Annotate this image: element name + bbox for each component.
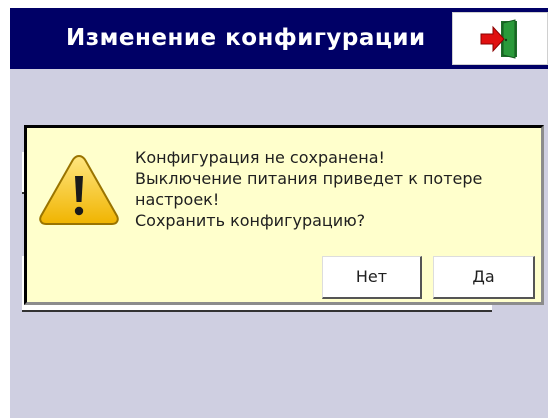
- warning-icon: [39, 154, 119, 225]
- yes-button[interactable]: Да: [433, 256, 535, 299]
- title-bar: Изменение конфигурации: [10, 8, 548, 69]
- confirm-dialog: Конфигурация не сохранена! Выключение пи…: [24, 125, 544, 305]
- dialog-message: Конфигурация не сохранена! Выключение пи…: [135, 147, 482, 231]
- message-line: Сохранить конфигурацию?: [135, 211, 366, 230]
- message-line: Конфигурация не сохранена!: [135, 148, 385, 167]
- message-line: Выключение питания приведет к потере: [135, 169, 483, 188]
- no-button[interactable]: Нет: [322, 256, 422, 299]
- exit-door-icon: [480, 19, 517, 59]
- screen: Изменение конфигурации Конфигурация не с…: [10, 8, 548, 418]
- page-title: Изменение конфигурации: [66, 25, 426, 51]
- exit-button[interactable]: [452, 12, 548, 65]
- message-line: настроек!: [135, 190, 220, 209]
